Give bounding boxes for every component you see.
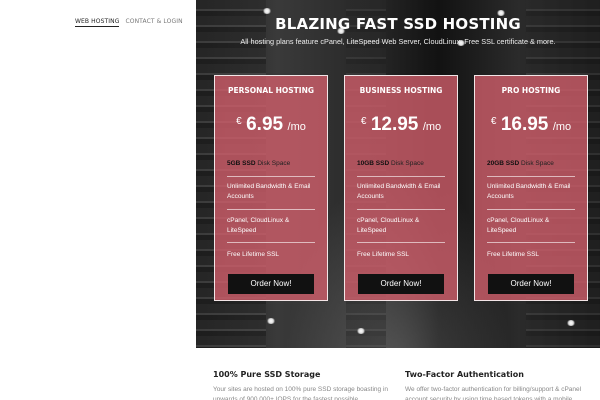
- disk-size: 10GB SSD: [357, 160, 390, 167]
- currency-symbol: €: [360, 116, 367, 127]
- feature-disk: 5GB SSD Disk Space: [227, 159, 315, 169]
- pricing-card-pro: PRO HOSTING € 16.95 /mo 20GB SSD Disk Sp…: [474, 75, 588, 301]
- nav-web-hosting[interactable]: WEB HOSTING: [75, 18, 120, 27]
- feature-text: We offer two-factor authentication for b…: [405, 386, 582, 400]
- sidebar: WEB HOSTING CONTACT & LOGIN: [0, 0, 196, 400]
- feature-bandwidth: Unlimited Bandwidth & Email Accounts: [357, 183, 441, 200]
- order-now-button[interactable]: Order Now!: [488, 274, 574, 294]
- features-section: 100% Pure SSD Storage Your sites are hos…: [196, 348, 600, 400]
- feature-ssl: Free Lifetime SSL: [487, 251, 540, 258]
- feature-bandwidth: Unlimited Bandwidth & Email Accounts: [487, 183, 571, 200]
- feature-cpanel: cPanel, CloudLinux & LiteSpeed: [227, 217, 290, 234]
- page: WEB HOSTING CONTACT & LOGIN BLAZING FAST…: [0, 0, 600, 400]
- divider: [357, 176, 445, 177]
- hero-subtitle: All hosting plans feature cPanel, LiteSp…: [240, 37, 556, 46]
- divider: [357, 209, 445, 210]
- feature-bandwidth: Unlimited Bandwidth & Email Accounts: [227, 183, 311, 200]
- price-period: /mo: [422, 121, 442, 133]
- floor-light: [566, 320, 576, 326]
- order-now-button[interactable]: Order Now!: [228, 274, 314, 294]
- feature-ssl: Free Lifetime SSL: [357, 251, 410, 258]
- plan-name: PERSONAL HOSTING: [227, 86, 315, 95]
- price-amount: 16.95: [500, 114, 549, 135]
- feature-text: Your sites are hosted on 100% pure SSD s…: [213, 386, 389, 400]
- pricing-card-business: BUSINESS HOSTING € 12.95 /mo 10GB SSD Di…: [344, 75, 458, 301]
- feature-title: 100% Pure SSD Storage: [213, 370, 321, 379]
- hero-section: BLAZING FAST SSD HOSTING All hosting pla…: [196, 0, 600, 348]
- disk-label: Disk Space: [389, 160, 424, 167]
- ceiling-light: [262, 8, 272, 14]
- pricing-cards: PERSONAL HOSTING € 6.95 /mo 5GB SSD Disk…: [214, 75, 588, 301]
- divider: [227, 242, 315, 243]
- currency-symbol: €: [490, 116, 497, 127]
- feature-ssl: Free Lifetime SSL: [227, 251, 280, 258]
- divider: [487, 176, 575, 177]
- nav-contact-login[interactable]: CONTACT & LOGIN: [125, 18, 182, 27]
- feature-cpanel: cPanel, CloudLinux & LiteSpeed: [487, 217, 550, 234]
- price-period: /mo: [287, 121, 306, 133]
- disk-label: Disk Space: [519, 160, 554, 167]
- price-period: /mo: [552, 121, 572, 133]
- floor-light: [356, 328, 366, 334]
- price-amount: 12.95: [370, 114, 419, 135]
- disk-label: Disk Space: [255, 160, 291, 167]
- feature-disk: 10GB SSD Disk Space: [357, 159, 445, 169]
- disk-size: 5GB SSD: [227, 160, 256, 167]
- plan-name: PRO HOSTING: [501, 86, 561, 95]
- plan-price: € 16.95 /mo: [475, 114, 587, 136]
- divider: [227, 176, 315, 177]
- plan-price: € 6.95 /mo: [215, 114, 327, 136]
- divider: [487, 209, 575, 210]
- feature-cpanel: cPanel, CloudLinux & LiteSpeed: [357, 217, 420, 234]
- divider: [487, 242, 575, 243]
- feature-title: Two-Factor Authentication: [405, 370, 524, 379]
- feature-ssd-storage: 100% Pure SSD Storage Your sites are hos…: [213, 370, 393, 400]
- feature-two-factor: Two-Factor Authentication We offer two-f…: [405, 370, 595, 400]
- feature-disk: 20GB SSD Disk Space: [487, 159, 575, 169]
- plan-name: BUSINESS HOSTING: [359, 86, 443, 95]
- disk-size: 20GB SSD: [487, 160, 520, 167]
- pricing-card-personal: PERSONAL HOSTING € 6.95 /mo 5GB SSD Disk…: [214, 75, 328, 301]
- price-amount: 6.95: [246, 114, 284, 135]
- currency-symbol: €: [236, 116, 242, 127]
- floor-light: [266, 318, 276, 324]
- top-nav: WEB HOSTING CONTACT & LOGIN: [75, 18, 183, 27]
- divider: [357, 242, 445, 243]
- divider: [227, 209, 315, 210]
- order-now-button[interactable]: Order Now!: [358, 274, 444, 294]
- hero-title: BLAZING FAST SSD HOSTING: [275, 15, 521, 33]
- plan-price: € 12.95 /mo: [345, 114, 457, 136]
